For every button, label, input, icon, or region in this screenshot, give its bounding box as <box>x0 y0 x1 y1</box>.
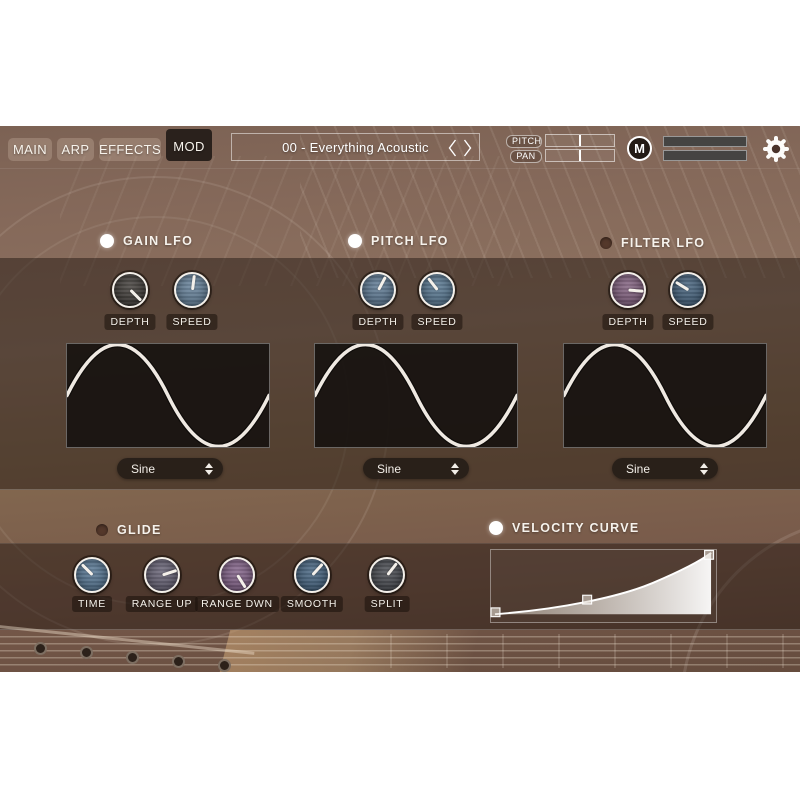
glide-time-knob[interactable] <box>74 557 110 593</box>
tab-arp[interactable]: ARP <box>57 138 94 161</box>
gain-lfo-waveform-select[interactable]: Sine <box>117 458 223 479</box>
pan-slider[interactable] <box>545 149 615 162</box>
select-spinner-icon <box>205 463 213 475</box>
filter-lfo-wave-display <box>563 343 767 448</box>
gain-depth-label: DEPTH <box>104 314 155 330</box>
knob-pointer <box>129 289 142 302</box>
select-spinner-icon <box>700 463 708 475</box>
knob-pointer <box>377 276 387 291</box>
glide-split-label: SPLIT <box>365 596 410 612</box>
pitch-label: PITCH <box>506 135 542 148</box>
filter-speed-knob[interactable] <box>670 272 706 308</box>
glide-time-label: TIME <box>72 596 112 612</box>
guitar-frets-photo <box>390 634 800 668</box>
knob-pointer <box>311 563 323 576</box>
pitch-lfo-enable-led[interactable] <box>348 234 362 248</box>
pitch-lfo-waveform-select[interactable]: Sine <box>363 458 469 479</box>
knob-pointer <box>162 569 177 576</box>
tuning-peg-photo <box>34 642 47 655</box>
glide-title: GLIDE <box>117 523 162 537</box>
gain-lfo-title: GAIN LFO <box>123 234 193 248</box>
tab-effects[interactable]: EFFECTS <box>99 138 161 161</box>
tuning-peg-photo <box>218 659 231 672</box>
knob-pointer <box>386 562 398 576</box>
pitch-lfo-header: PITCH LFO <box>348 234 449 248</box>
pan-label: PAN <box>510 150 542 163</box>
settings-button[interactable] <box>762 135 790 163</box>
select-spinner-icon <box>451 463 459 475</box>
velocity-curve-enable-led[interactable] <box>489 521 503 535</box>
previous-preset-icon[interactable] <box>446 138 459 158</box>
glide-range-up-knob[interactable] <box>144 557 180 593</box>
pitch-lfo-title: PITCH LFO <box>371 234 449 248</box>
gain-speed-knob[interactable] <box>174 272 210 308</box>
glide-enable-led[interactable] <box>96 524 108 536</box>
pitch-slider[interactable] <box>545 134 615 147</box>
pan-slider-handle[interactable] <box>579 150 581 161</box>
pitch-slider-handle[interactable] <box>579 135 581 146</box>
glide-range-down-knob[interactable] <box>219 557 255 593</box>
filter-speed-label: SPEED <box>662 314 713 330</box>
pitch-lfo-wave-display <box>314 343 518 448</box>
velocity-curve-editor[interactable] <box>490 549 717 623</box>
knob-pointer <box>191 275 196 290</box>
glide-header: GLIDE <box>96 523 162 537</box>
glide-range-down-label: RANGE DWN <box>195 596 279 612</box>
preset-name: 00 - Everything Acoustic <box>282 140 429 155</box>
waveform-value: Sine <box>377 462 401 476</box>
curve-handle-high[interactable] <box>705 550 714 559</box>
knob-pointer <box>628 289 643 293</box>
tuning-peg-photo <box>172 655 185 668</box>
gain-lfo-wave-display <box>66 343 270 448</box>
gain-speed-label: SPEED <box>166 314 217 330</box>
curve-handle-low[interactable] <box>491 608 500 617</box>
knob-pointer <box>236 574 246 588</box>
glide-range-up-label: RANGE UP <box>126 596 198 612</box>
pitch-speed-label: SPEED <box>411 314 462 330</box>
knob-pointer <box>427 277 439 291</box>
pitch-depth-knob[interactable] <box>360 272 396 308</box>
tuning-peg-photo <box>80 646 93 659</box>
divider <box>0 168 800 169</box>
sine-wave-graphic <box>315 344 517 447</box>
sine-wave-graphic <box>564 344 766 447</box>
tab-mod[interactable]: MOD <box>166 129 212 161</box>
next-preset-icon[interactable] <box>461 138 474 158</box>
glide-smooth-label: SMOOTH <box>281 596 343 612</box>
knob-pointer <box>674 281 688 291</box>
filter-lfo-enable-led[interactable] <box>600 237 612 249</box>
filter-depth-label: DEPTH <box>602 314 653 330</box>
glide-split-knob[interactable] <box>369 557 405 593</box>
filter-lfo-title: FILTER LFO <box>621 236 705 250</box>
glide-smooth-knob[interactable] <box>294 557 330 593</box>
tuning-peg-photo <box>126 651 139 664</box>
mute-button[interactable]: M <box>627 136 652 161</box>
waveform-value: Sine <box>131 462 155 476</box>
gear-icon <box>762 135 790 163</box>
waveform-value: Sine <box>626 462 650 476</box>
velocity-curve-header: VELOCITY CURVE <box>489 521 639 535</box>
pitch-speed-knob[interactable] <box>419 272 455 308</box>
plugin-window: MAIN ARP EFFECTS MOD 00 - Everything Aco… <box>0 126 800 672</box>
tab-main[interactable]: MAIN <box>8 138 52 161</box>
sine-wave-graphic <box>67 344 269 447</box>
pitch-depth-label: DEPTH <box>352 314 403 330</box>
gain-depth-knob[interactable] <box>112 272 148 308</box>
gain-lfo-header: GAIN LFO <box>100 234 193 248</box>
gain-lfo-enable-led[interactable] <box>100 234 114 248</box>
knob-pointer <box>80 563 93 576</box>
curve-handle-mid[interactable] <box>583 595 592 604</box>
velocity-curve-title: VELOCITY CURVE <box>512 521 639 535</box>
preset-selector[interactable]: 00 - Everything Acoustic <box>231 133 480 161</box>
filter-lfo-waveform-select[interactable]: Sine <box>612 458 718 479</box>
filter-depth-knob[interactable] <box>610 272 646 308</box>
velocity-curve-fill <box>495 553 711 614</box>
level-meter-right <box>663 150 747 161</box>
level-meter-left <box>663 136 747 147</box>
filter-lfo-header: FILTER LFO <box>600 236 705 250</box>
